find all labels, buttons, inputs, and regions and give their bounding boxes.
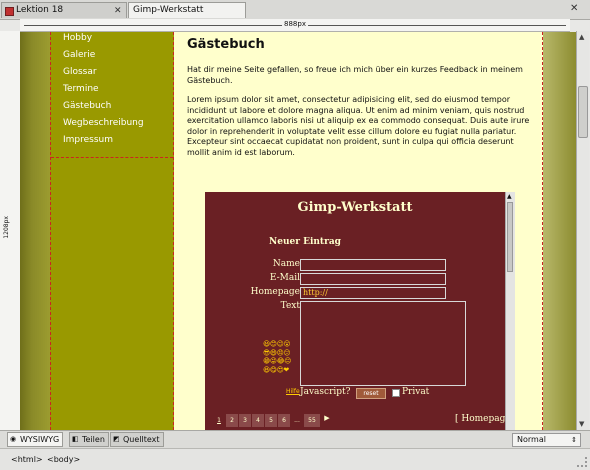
new-entry-heading: Neuer Eintrag — [269, 237, 341, 247]
tab-teilen[interactable]: ◧ Teilen — [69, 432, 109, 447]
eye-icon: ◉ — [10, 435, 17, 443]
sidebar-item-impressum[interactable]: Impressum — [63, 132, 144, 149]
tab-quelltext[interactable]: ◩ Quelltext — [110, 432, 164, 447]
tab-label: Quelltext — [123, 435, 160, 444]
guestbook-iframe[interactable]: Gimp-Werkstatt Neuer Eintrag Name: E-Mai… — [205, 192, 515, 430]
editor-scroll-thumb[interactable] — [578, 86, 588, 138]
sidebar-item-hobby[interactable]: Hobby — [63, 32, 144, 47]
page-link[interactable]: 5 — [265, 414, 277, 427]
javascript-label: Javascript? — [300, 387, 351, 397]
breadcrumb-html[interactable]: <html> — [11, 454, 43, 465]
page-link[interactable]: 55 — [304, 414, 320, 427]
sidebar-item-gaestebuch[interactable]: Gästebuch — [63, 98, 144, 115]
scroll-down-icon[interactable]: ▼ — [579, 420, 584, 428]
tab-label: WYSIWYG — [20, 435, 60, 444]
lorem-paragraph[interactable]: Lorem ipsum dolor sit amet, consectetur … — [187, 95, 532, 158]
guestbook-title: Gimp-Werkstatt — [297, 200, 413, 215]
ruler-height-label: 1208px — [3, 216, 10, 239]
intro-paragraph[interactable]: Hat dir meine Seite gefallen, so freue i… — [187, 65, 532, 86]
select-value: Normal — [517, 435, 546, 444]
document-icon — [5, 7, 14, 16]
homepage-field[interactable]: http:// — [300, 287, 446, 299]
name-field[interactable] — [300, 259, 446, 271]
wysiwyg-editor-canvas[interactable]: Hobby Galerie Glossar Termine Gästebuch … — [20, 32, 576, 430]
iframe-scroll-thumb[interactable] — [507, 202, 513, 272]
tab-label: Teilen — [82, 435, 105, 444]
tab-label: Lektion 18 — [16, 5, 64, 15]
next-page-icon[interactable]: ▶ — [321, 414, 333, 427]
homepage-label: Homepage: — [250, 287, 303, 297]
message-textarea[interactable] — [300, 301, 466, 386]
sidebar-item-glossar[interactable]: Glossar — [63, 64, 144, 81]
tab-lektion-18[interactable]: Lektion 18 ✕ — [1, 2, 127, 18]
sidebar-item-termine[interactable]: Termine — [63, 81, 144, 98]
page-title[interactable]: Gästebuch — [187, 37, 265, 52]
ruler-width-label: 888px — [282, 19, 308, 30]
close-icon[interactable]: ✕ — [570, 3, 578, 14]
split-icon: ◧ — [72, 435, 79, 443]
breadcrumb-body[interactable]: <body> — [47, 454, 80, 465]
page-link[interactable]: 1 — [213, 414, 225, 427]
status-bar: <html> <body> — [0, 448, 590, 470]
email-field[interactable] — [300, 273, 446, 285]
page-link[interactable]: 6 — [278, 414, 290, 427]
page-link[interactable]: 2 — [226, 414, 238, 427]
page-link[interactable]: 3 — [239, 414, 251, 427]
chevron-updown-icon: ⇕ — [571, 436, 577, 444]
email-label: E-Mail: — [269, 273, 303, 283]
private-checkbox[interactable] — [392, 389, 400, 397]
tab-wysiwyg[interactable]: ◉ WYSIWYG — [7, 432, 64, 447]
tab-gimp-werkstatt[interactable]: Gimp-Werkstatt — [128, 2, 246, 18]
paragraph-format-select[interactable]: Normal ⇕ — [512, 433, 581, 447]
scroll-up-icon[interactable]: ▲ — [579, 33, 584, 41]
sidebar-item-wegbeschreibung[interactable]: Wegbeschreibung — [63, 115, 144, 132]
reset-button[interactable]: reset — [356, 388, 386, 399]
tab-label: Gimp-Werkstatt — [133, 5, 204, 15]
smiley-picker[interactable]: 😃😊😉😮 😎😄😠😕 😁😜😂😐 😆😋😍❤ — [263, 340, 299, 374]
private-label: Privat — [402, 387, 430, 397]
view-mode-bar: ◉ WYSIWYG ◧ Teilen ◩ Quelltext Normal ⇕ — [0, 430, 590, 449]
scroll-up-icon[interactable]: ▲ — [507, 193, 512, 200]
vertical-ruler: 1208px — [0, 31, 21, 430]
homepage-link[interactable]: [ Homepag — [455, 414, 505, 424]
document-tab-bar: Lektion 18 ✕ Gimp-Werkstatt ✕ — [0, 0, 590, 20]
page-link[interactable]: 4 — [252, 414, 264, 427]
smiley-icons[interactable]: 😃😊😉😮 😎😄😠😕 😁😜😂😐 😆😋😍❤ — [263, 340, 292, 374]
nav-guide-line — [51, 157, 173, 158]
horizontal-ruler: 888px — [20, 19, 570, 32]
page-ellipsis: ... — [294, 417, 300, 424]
pagination: 1 2 3 4 5 6 ... 55 ▶ — [213, 414, 333, 427]
close-icon[interactable]: ✕ — [114, 6, 122, 17]
help-link[interactable]: Hilfe — [286, 388, 300, 395]
iframe-scrollbar[interactable]: ▲ — [505, 192, 515, 430]
sidebar-item-galerie[interactable]: Galerie — [63, 47, 144, 64]
name-label: Name: — [272, 259, 303, 269]
code-icon: ◩ — [113, 435, 120, 443]
sidebar-navigation[interactable]: Hobby Galerie Glossar Termine Gästebuch … — [50, 32, 174, 430]
resize-grip-icon[interactable] — [577, 457, 587, 467]
nav-list: Hobby Galerie Glossar Termine Gästebuch … — [63, 32, 144, 149]
editor-scrollbar[interactable]: ▲ ▼ — [576, 31, 589, 430]
page-right-border — [543, 32, 576, 430]
main-content[interactable]: Gästebuch Hat dir meine Seite gefallen, … — [174, 32, 543, 430]
